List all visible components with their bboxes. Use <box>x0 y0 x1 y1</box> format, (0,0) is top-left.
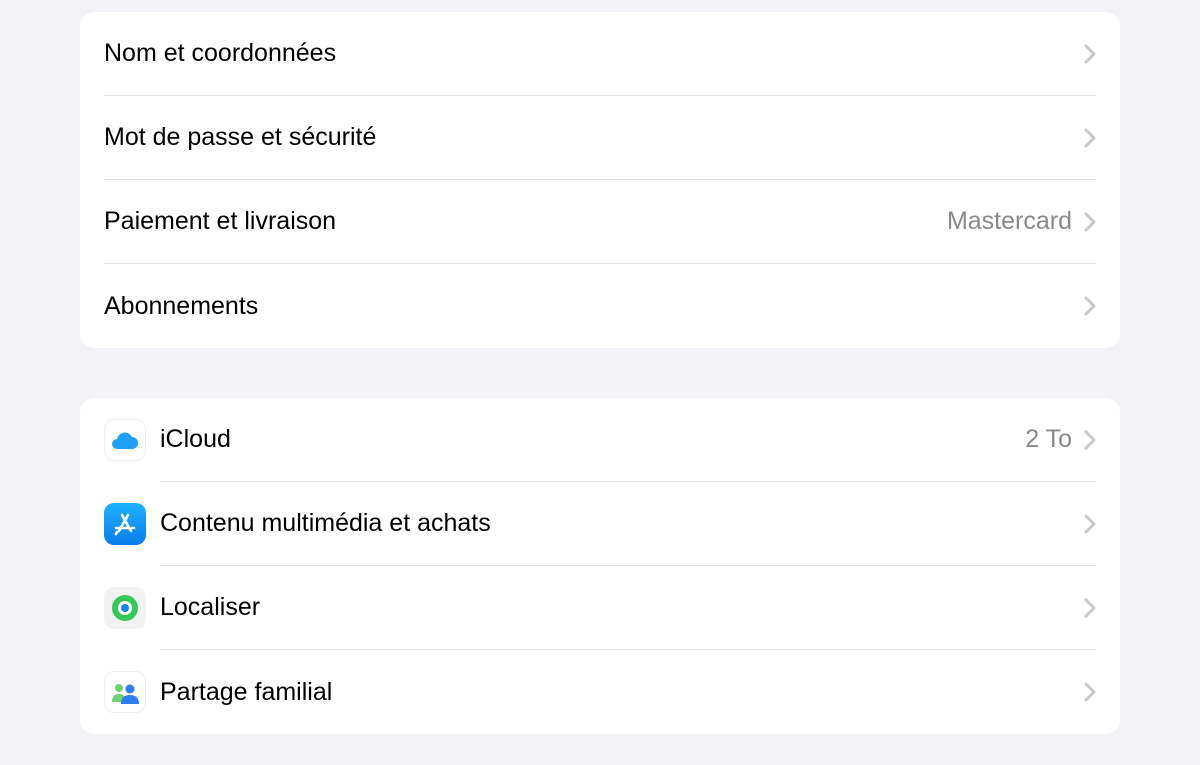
password-security-row[interactable]: Mot de passe et sécurité <box>80 96 1120 180</box>
appstore-icon <box>104 503 146 545</box>
chevron-right-icon <box>1084 598 1096 618</box>
payment-shipping-detail: Mastercard <box>947 207 1072 236</box>
subscriptions-row[interactable]: Abonnements <box>80 264 1120 348</box>
icloud-icon <box>104 419 146 461</box>
icloud-label: iCloud <box>160 425 1025 454</box>
account-settings-group: Nom et coordonnées Mot de passe et sécur… <box>80 12 1120 348</box>
chevron-right-icon <box>1084 430 1096 450</box>
find-my-label: Localiser <box>160 593 1084 622</box>
chevron-right-icon <box>1084 44 1096 64</box>
family-sharing-label: Partage familial <box>160 678 1084 707</box>
find-my-icon <box>104 587 146 629</box>
payment-shipping-row[interactable]: Paiement et livraison Mastercard <box>80 180 1120 264</box>
media-purchases-row[interactable]: Contenu multimédia et achats <box>80 482 1120 566</box>
icloud-row[interactable]: iCloud 2 To <box>80 398 1120 482</box>
icloud-detail: 2 To <box>1025 425 1072 454</box>
subscriptions-label: Abonnements <box>104 292 1084 321</box>
payment-shipping-label: Paiement et livraison <box>104 207 947 236</box>
chevron-right-icon <box>1084 296 1096 316</box>
services-group: iCloud 2 To <box>80 398 1120 734</box>
family-sharing-icon <box>104 671 146 713</box>
chevron-right-icon <box>1084 128 1096 148</box>
chevron-right-icon <box>1084 682 1096 702</box>
name-contact-label: Nom et coordonnées <box>104 39 1084 68</box>
chevron-right-icon <box>1084 212 1096 232</box>
family-sharing-row[interactable]: Partage familial <box>80 650 1120 734</box>
password-security-label: Mot de passe et sécurité <box>104 123 1084 152</box>
media-purchases-label: Contenu multimédia et achats <box>160 509 1084 538</box>
chevron-right-icon <box>1084 514 1096 534</box>
find-my-row[interactable]: Localiser <box>80 566 1120 650</box>
name-contact-row[interactable]: Nom et coordonnées <box>80 12 1120 96</box>
